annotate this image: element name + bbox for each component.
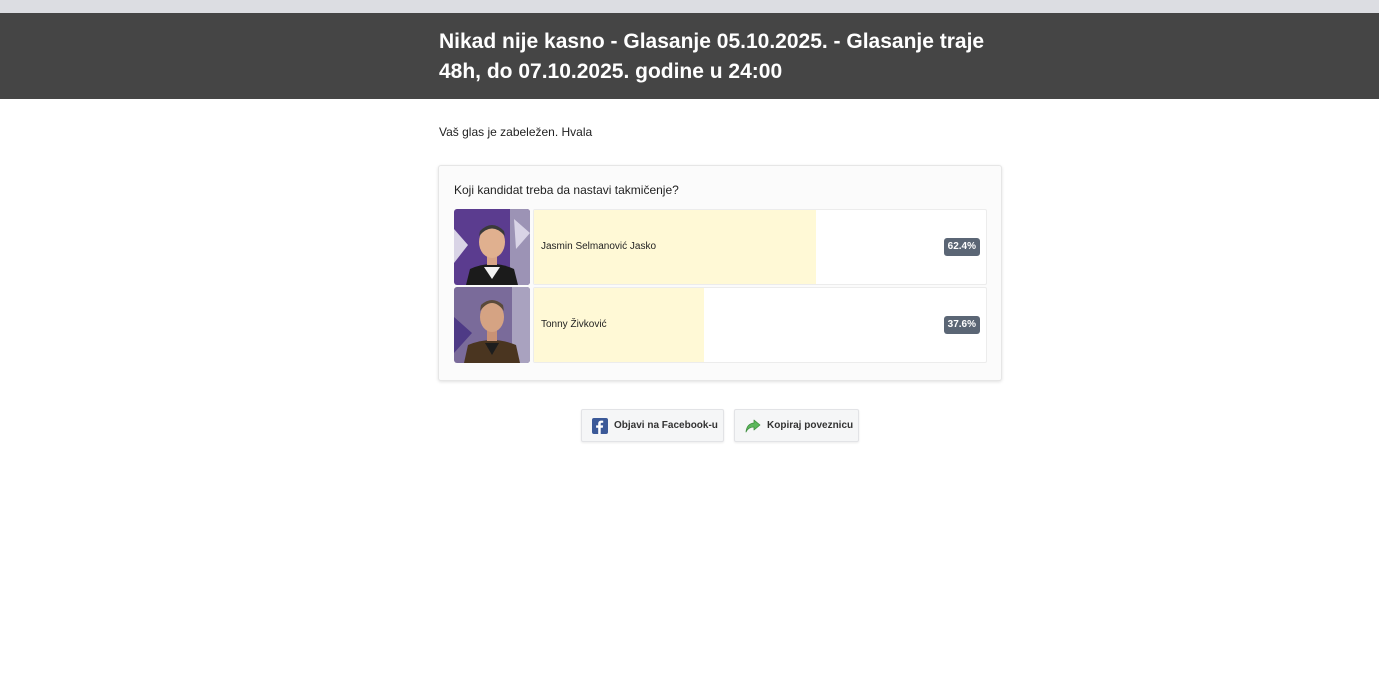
poll-results-card: Koji kandidat treba da nastavi takmičenj… xyxy=(438,165,1002,381)
page-title: Nikad nije kasno - Glasanje 05.10.2025. … xyxy=(439,13,1003,87)
poll-option-1: Jasmin Selmanović Jasko 62.4% xyxy=(454,209,987,285)
candidate-photo-1 xyxy=(454,209,530,285)
candidate-photo-2 xyxy=(454,287,530,363)
copy-link-button[interactable]: Kopiraj poveznicu xyxy=(734,409,859,442)
page-title-line-1: Nikad nije kasno - Glasanje 05.10.2025. … xyxy=(439,30,985,53)
result-percent-badge-1: 62.4% xyxy=(943,238,980,256)
browser-top-strip xyxy=(0,0,1379,13)
result-percent-badge-2: 37.6% xyxy=(943,316,980,334)
share-facebook-button[interactable]: Objavi na Facebook-u xyxy=(581,409,724,442)
facebook-icon xyxy=(592,417,608,434)
share-facebook-label: Objavi na Facebook-u xyxy=(614,420,718,431)
page-title-line-2: 48h, do 07.10.2025. godine u 24:00 xyxy=(439,60,783,83)
poll-option-2: Tonny Živković 37.6% xyxy=(454,287,987,363)
page-header: Nikad nije kasno - Glasanje 05.10.2025. … xyxy=(0,13,1379,99)
candidate-name-2: Tonny Živković xyxy=(541,319,607,330)
result-bar-1: Jasmin Selmanović Jasko 62.4% xyxy=(533,209,987,285)
candidate-name-1: Jasmin Selmanović Jasko xyxy=(541,241,657,252)
share-arrow-icon xyxy=(745,418,761,434)
vote-confirmation-message: Vaš glas je zabeležen. Hvala xyxy=(439,125,593,139)
poll-question: Koji kandidat treba da nastavi takmičenj… xyxy=(454,183,679,197)
copy-link-label: Kopiraj poveznicu xyxy=(767,420,854,431)
result-bar-2: Tonny Živković 37.6% xyxy=(533,287,987,363)
